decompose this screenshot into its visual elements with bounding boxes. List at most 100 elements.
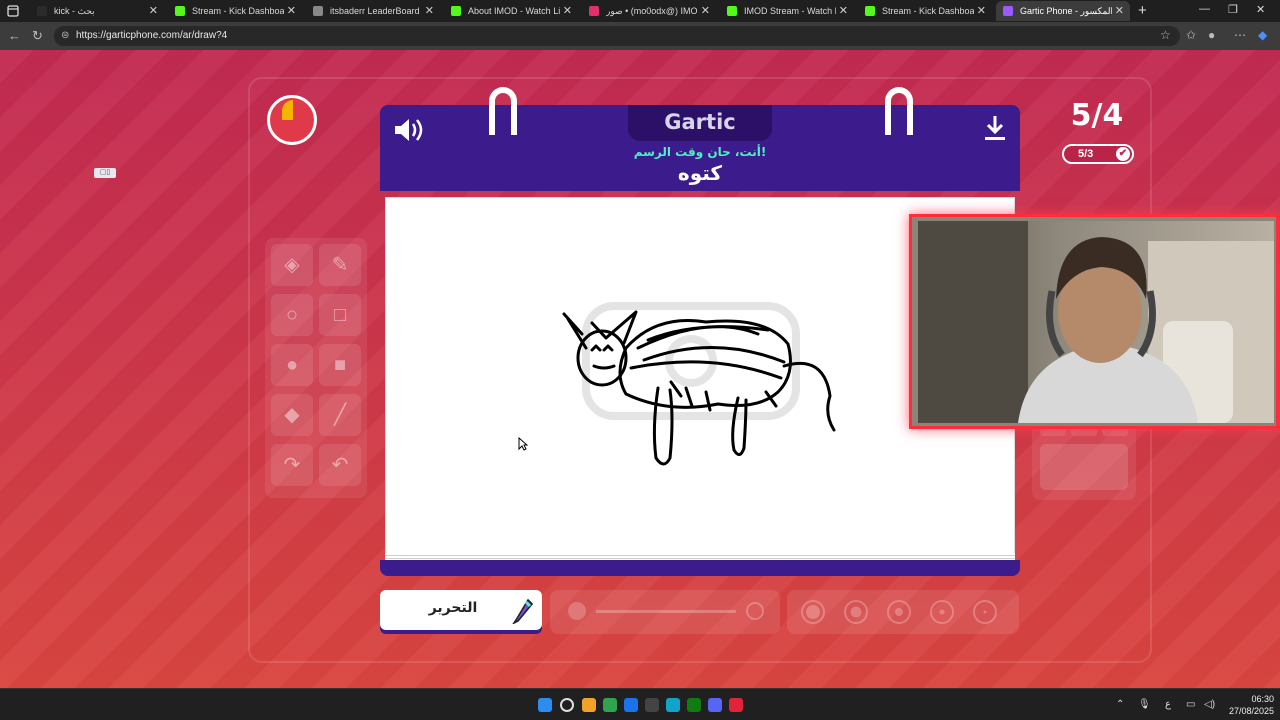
- copilot-icon[interactable]: ◆: [1258, 28, 1267, 42]
- url-field[interactable]: ⊜ https://garticphone.com/ar/draw?4 ☆: [54, 26, 1180, 46]
- app-icon-store[interactable]: [624, 698, 638, 712]
- gartic-logo: Gartic: [628, 105, 772, 141]
- square-fill-tool-icon[interactable]: ■: [319, 344, 361, 386]
- reload-icon[interactable]: ↻: [32, 28, 43, 44]
- brush-size-xl[interactable]: [801, 600, 825, 624]
- tab-label: About IMOD - Watch Live o: [468, 6, 560, 16]
- back-icon[interactable]: ←: [8, 28, 21, 43]
- app-icon-chrome[interactable]: [603, 698, 617, 712]
- opacity-slider[interactable]: [550, 590, 780, 634]
- windows-taskbar: ⌃ 🎙 ع ▭ ◁) 06:30 27/08/2025: [0, 688, 1280, 720]
- tools-panel: ◈ ✎ ○ □ ● ■ ◆ ╱ ↷ ↶: [265, 238, 367, 498]
- browser-tab[interactable]: Gartic Phone - الهاتف المكسور✕: [996, 1, 1130, 21]
- edit-button[interactable]: التحرير: [380, 590, 542, 630]
- brush-size-xs[interactable]: [973, 600, 997, 624]
- tab-close-icon[interactable]: ✕: [977, 4, 986, 17]
- brush-size-l[interactable]: [844, 600, 868, 624]
- brush-size-s[interactable]: [930, 600, 954, 624]
- binder-ring-left: [489, 87, 517, 135]
- window-menu-icon[interactable]: [6, 4, 20, 18]
- overlay-mini-icon: ▢▯: [94, 168, 116, 178]
- app-icon-recorder[interactable]: [729, 698, 743, 712]
- pencil-icon: [512, 598, 534, 624]
- circle-fill-tool-icon[interactable]: ●: [271, 344, 313, 386]
- favorites-icon[interactable]: ✩: [1186, 28, 1196, 42]
- tab-close-icon[interactable]: ✕: [701, 4, 710, 17]
- line-tool-icon[interactable]: ╱: [319, 394, 361, 436]
- brush-size-m[interactable]: [887, 600, 911, 624]
- system-clock[interactable]: 06:30 27/08/2025: [1222, 693, 1274, 717]
- site-info-icon[interactable]: ⊜: [61, 30, 69, 41]
- tab-favicon-icon: [451, 6, 461, 16]
- tab-favicon-icon: [727, 6, 737, 16]
- language-indicator[interactable]: ع: [1165, 699, 1171, 710]
- tab-close-icon[interactable]: ✕: [287, 4, 296, 17]
- tab-favicon-icon: [175, 6, 185, 16]
- edit-button-label: التحرير: [428, 600, 478, 616]
- browser-tab[interactable]: kick - بحث ✕: [30, 1, 164, 21]
- tab-close-icon[interactable]: ✕: [149, 4, 158, 17]
- fill-bucket-tool-icon[interactable]: ◆: [271, 394, 313, 436]
- tab-favicon-icon: [865, 6, 875, 16]
- board-header: Gartic أنت، حان وقت الرسم! كتوه: [380, 105, 1020, 191]
- app-icon-discord[interactable]: [708, 698, 722, 712]
- app-icon-files[interactable]: [582, 698, 596, 712]
- tab-close-icon[interactable]: ✕: [1115, 4, 1124, 17]
- webcam-overlay: [909, 214, 1279, 429]
- slider-knob[interactable]: [568, 602, 586, 620]
- tab-favicon-icon: [37, 6, 47, 16]
- more-menu-icon[interactable]: ⋯: [1234, 28, 1246, 42]
- new-tab-button[interactable]: +: [1138, 2, 1147, 19]
- volume-icon[interactable]: ◁): [1204, 699, 1215, 710]
- binder-ring-right: [885, 87, 913, 135]
- minimize-button[interactable]: —: [1199, 3, 1210, 15]
- tab-favicon-icon: [313, 6, 323, 16]
- profile-avatar-icon[interactable]: ●: [1208, 28, 1215, 42]
- browser-tab[interactable]: itsbaderr LeaderBoard | The✕: [306, 1, 440, 21]
- eraser-tool-icon[interactable]: ◈: [271, 244, 313, 286]
- start-icon[interactable]: [538, 698, 552, 712]
- square-outline-tool-icon[interactable]: □: [319, 294, 361, 336]
- round-counter: 5/4: [1070, 98, 1124, 133]
- tab-close-icon[interactable]: ✕: [839, 4, 848, 17]
- bookmark-star-icon[interactable]: ☆: [1160, 28, 1171, 42]
- app-icon-edge[interactable]: [666, 698, 680, 712]
- browser-tab[interactable]: About IMOD - Watch Live o✕: [444, 1, 578, 21]
- browser-tab-strip: kick - بحث ✕ Stream - Kick Dashboard ✕ itsba…: [0, 0, 1280, 22]
- browser-tab[interactable]: صور • (mo0odx@) IMOD ✕: [582, 1, 716, 21]
- close-window-button[interactable]: ✕: [1256, 3, 1265, 16]
- tray-chevron-icon[interactable]: ⌃: [1116, 699, 1124, 710]
- tab-close-icon[interactable]: ✕: [563, 4, 572, 17]
- browser-tab[interactable]: Stream - Kick Dashboard ✕: [168, 1, 302, 21]
- gartic-page: ▢▯ 5/4 5/3 ✔ ◈ ✎ ○ □ ● ■ ◆ ╱ ↷ ↶ Gartic: [0, 50, 1280, 688]
- tab-label: itsbaderr LeaderBoard | The: [330, 6, 422, 16]
- browser-tab[interactable]: IMOD Stream - Watch Live✕: [720, 1, 854, 21]
- clock-time: 06:30: [1251, 694, 1274, 704]
- app-icon-obs[interactable]: [645, 698, 659, 712]
- tab-label: Stream - Kick Dashboard: [192, 6, 284, 16]
- redo-icon[interactable]: ↷: [271, 444, 313, 486]
- color-panel: [1032, 420, 1136, 500]
- board-base: [380, 560, 1020, 576]
- players-done-count: 5/3: [1078, 148, 1094, 160]
- speaker-icon[interactable]: [392, 115, 426, 145]
- slider-track: [596, 610, 736, 613]
- microphone-icon[interactable]: 🎙: [1138, 699, 1151, 710]
- slider-end-icon: [746, 602, 764, 620]
- app-icon-xbox[interactable]: [687, 698, 701, 712]
- circle-outline-tool-icon[interactable]: ○: [271, 294, 313, 336]
- maximize-button[interactable]: ❐: [1228, 3, 1238, 16]
- tab-label: Gartic Phone - الهاتف المكسور: [1020, 5, 1112, 16]
- download-icon[interactable]: [982, 113, 1008, 143]
- search-icon[interactable]: [560, 698, 574, 712]
- url-text: https://garticphone.com/ar/draw?4: [76, 30, 228, 41]
- pen-tool-icon[interactable]: ✎: [319, 244, 361, 286]
- tab-favicon-icon: [589, 6, 599, 16]
- tab-favicon-icon: [1003, 6, 1013, 16]
- clock-date: 27/08/2025: [1228, 706, 1274, 716]
- tab-close-icon[interactable]: ✕: [425, 4, 434, 17]
- network-icon[interactable]: ▭: [1186, 699, 1195, 710]
- browser-tab[interactable]: Stream - Kick Dashboard ✕: [858, 1, 992, 21]
- custom-color-button[interactable]: [1040, 444, 1128, 490]
- undo-icon[interactable]: ↶: [319, 444, 361, 486]
